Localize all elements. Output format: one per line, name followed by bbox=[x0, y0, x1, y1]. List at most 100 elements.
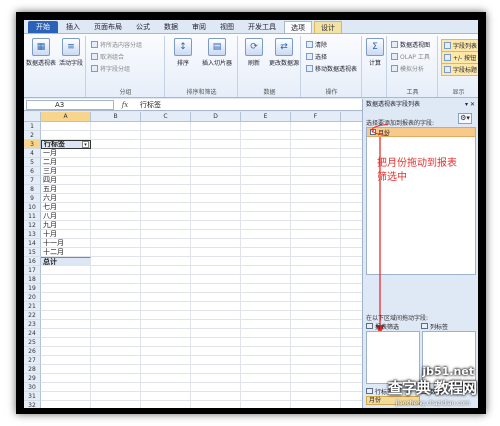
row-header[interactable]: 16 bbox=[24, 257, 41, 266]
clear-button[interactable]: 清除 bbox=[306, 40, 327, 49]
select-all-corner[interactable] bbox=[24, 112, 41, 122]
tab-developer[interactable]: 开发工具 bbox=[242, 21, 282, 33]
row-header[interactable]: 11 bbox=[24, 212, 41, 221]
fx-icon[interactable]: fx bbox=[114, 101, 136, 109]
cell[interactable] bbox=[191, 203, 241, 212]
cell[interactable] bbox=[91, 284, 141, 293]
cell[interactable] bbox=[241, 338, 291, 347]
row-header[interactable]: 8 bbox=[24, 185, 41, 194]
cell[interactable] bbox=[191, 221, 241, 230]
cell[interactable] bbox=[341, 131, 362, 140]
col-header[interactable]: G bbox=[341, 112, 362, 122]
cell[interactable] bbox=[241, 257, 291, 266]
cell[interactable] bbox=[91, 401, 141, 408]
cell[interactable] bbox=[341, 266, 362, 275]
cell[interactable] bbox=[241, 392, 291, 401]
col-header[interactable]: F bbox=[291, 112, 341, 122]
cell[interactable] bbox=[341, 257, 362, 266]
cell[interactable] bbox=[191, 275, 241, 284]
cell[interactable] bbox=[141, 203, 191, 212]
group-selection-button[interactable]: 将所选内容分组 bbox=[91, 40, 142, 49]
cell[interactable] bbox=[191, 338, 241, 347]
cell[interactable] bbox=[141, 167, 191, 176]
row-header[interactable]: 30 bbox=[24, 383, 41, 392]
cell[interactable] bbox=[241, 149, 291, 158]
cell[interactable] bbox=[341, 194, 362, 203]
cell[interactable]: 二月 bbox=[41, 158, 91, 167]
field-headers-toggle[interactable]: 字段标题 bbox=[441, 63, 478, 76]
move-pivot-button[interactable]: 移动数据透视表 bbox=[306, 64, 357, 73]
cell[interactable] bbox=[291, 149, 341, 158]
row-header[interactable]: 20 bbox=[24, 293, 41, 302]
cell[interactable] bbox=[91, 374, 141, 383]
cell[interactable] bbox=[91, 275, 141, 284]
row-header[interactable]: 10 bbox=[24, 203, 41, 212]
row-header[interactable]: 12 bbox=[24, 221, 41, 230]
row-header[interactable]: 4 bbox=[24, 149, 41, 158]
cell[interactable] bbox=[91, 347, 141, 356]
cell[interactable] bbox=[191, 167, 241, 176]
cell[interactable]: 三月 bbox=[41, 167, 91, 176]
cell[interactable] bbox=[141, 230, 191, 239]
row-header[interactable]: 31 bbox=[24, 392, 41, 401]
cell[interactable] bbox=[291, 275, 341, 284]
cell[interactable] bbox=[141, 365, 191, 374]
spreadsheet-grid[interactable]: A B C D E F G H 123行标签▾4一月5二月6三月7四月8五月9六… bbox=[24, 112, 362, 408]
cell[interactable] bbox=[241, 293, 291, 302]
cell[interactable]: 六月 bbox=[41, 194, 91, 203]
cell[interactable] bbox=[241, 266, 291, 275]
cell[interactable] bbox=[291, 248, 341, 257]
cell[interactable] bbox=[291, 284, 341, 293]
cell[interactable] bbox=[41, 356, 91, 365]
cell[interactable] bbox=[241, 401, 291, 408]
cell[interactable] bbox=[191, 401, 241, 408]
cell[interactable] bbox=[191, 176, 241, 185]
cell[interactable] bbox=[241, 131, 291, 140]
cell[interactable] bbox=[341, 374, 362, 383]
cell[interactable] bbox=[341, 176, 362, 185]
cell[interactable] bbox=[191, 257, 241, 266]
cell[interactable] bbox=[341, 311, 362, 320]
cell[interactable] bbox=[191, 383, 241, 392]
cell[interactable]: 九月 bbox=[41, 221, 91, 230]
cell[interactable] bbox=[191, 158, 241, 167]
cell[interactable] bbox=[341, 239, 362, 248]
col-header[interactable]: E bbox=[241, 112, 291, 122]
cell[interactable] bbox=[241, 140, 291, 149]
cell[interactable] bbox=[241, 347, 291, 356]
cell[interactable] bbox=[291, 239, 341, 248]
cell[interactable] bbox=[241, 365, 291, 374]
cell[interactable] bbox=[141, 293, 191, 302]
cell[interactable] bbox=[291, 212, 341, 221]
cell[interactable] bbox=[91, 122, 141, 131]
cell[interactable] bbox=[291, 185, 341, 194]
cell[interactable] bbox=[291, 122, 341, 131]
cell[interactable] bbox=[141, 194, 191, 203]
row-header[interactable]: 14 bbox=[24, 239, 41, 248]
row-header[interactable]: 7 bbox=[24, 176, 41, 185]
cell[interactable] bbox=[291, 374, 341, 383]
cell[interactable] bbox=[141, 185, 191, 194]
cell[interactable] bbox=[341, 122, 362, 131]
cell[interactable] bbox=[241, 230, 291, 239]
cell[interactable] bbox=[241, 185, 291, 194]
cell[interactable] bbox=[191, 356, 241, 365]
cell[interactable] bbox=[341, 230, 362, 239]
cell[interactable] bbox=[291, 365, 341, 374]
cell[interactable] bbox=[291, 392, 341, 401]
cell[interactable] bbox=[191, 185, 241, 194]
row-header[interactable]: 22 bbox=[24, 311, 41, 320]
pivot-table-button[interactable]: ▦ 数据透视表 bbox=[26, 38, 56, 67]
refresh-button[interactable]: ⟳ 刷新 bbox=[239, 38, 269, 67]
cell[interactable] bbox=[91, 140, 141, 149]
cell[interactable] bbox=[241, 311, 291, 320]
cell[interactable] bbox=[91, 149, 141, 158]
cell[interactable] bbox=[191, 212, 241, 221]
tab-view[interactable]: 视图 bbox=[214, 21, 240, 33]
row-header[interactable]: 27 bbox=[24, 356, 41, 365]
cell[interactable] bbox=[291, 266, 341, 275]
row-header[interactable]: 2 bbox=[24, 131, 41, 140]
cell[interactable] bbox=[191, 131, 241, 140]
cell[interactable] bbox=[291, 401, 341, 408]
cell[interactable] bbox=[341, 149, 362, 158]
